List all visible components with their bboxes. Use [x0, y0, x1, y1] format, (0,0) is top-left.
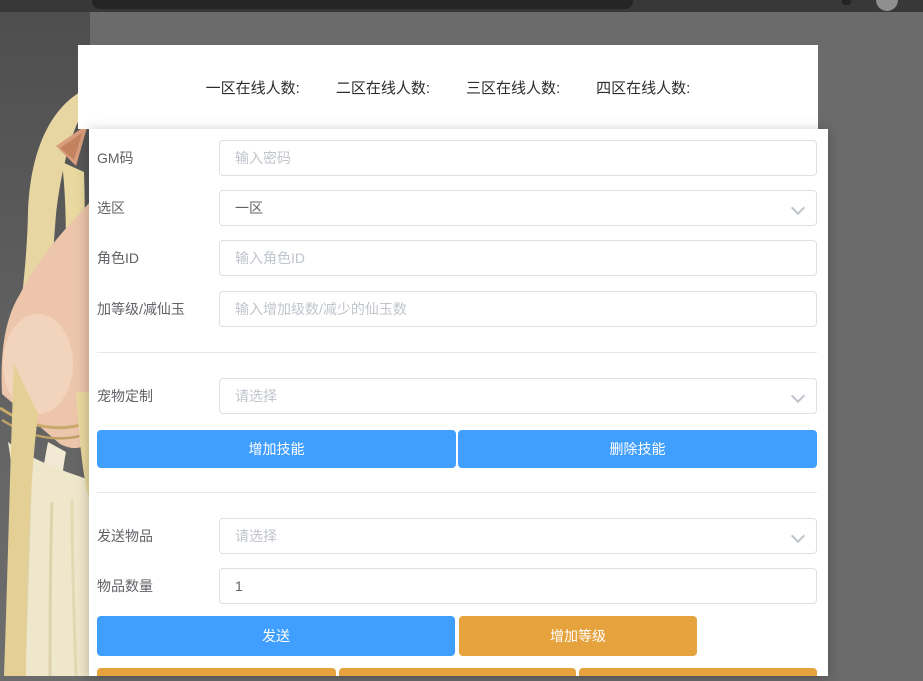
gm-code-label: GM码: [97, 140, 215, 176]
row-gm-code: GM码: [89, 140, 828, 176]
level-jade-input[interactable]: [219, 291, 817, 327]
section-divider: [97, 352, 817, 353]
bottom-action-button-2[interactable]: [339, 668, 576, 676]
pet-custom-label: 宠物定制: [97, 378, 215, 414]
user-avatar-icon[interactable]: [876, 0, 898, 11]
chevron-down-icon: [791, 201, 805, 215]
item-count-label: 物品数量: [97, 568, 215, 604]
pet-custom-placeholder: 请选择: [235, 379, 277, 413]
elf-girl-illustration: [0, 12, 90, 676]
level-jade-label: 加等级/减仙玉: [97, 291, 215, 327]
add-skill-button[interactable]: 增加技能: [97, 430, 456, 468]
send-item-select[interactable]: 请选择: [219, 518, 817, 554]
browser-address-bar[interactable]: [92, 0, 633, 9]
zone2-online-count: 二区在线人数:: [336, 77, 430, 98]
chevron-down-icon: [791, 529, 805, 543]
browser-topbar: [0, 0, 923, 12]
section-divider: [97, 492, 817, 493]
zone-select-value: 一区: [235, 191, 263, 225]
send-item-placeholder: 请选择: [235, 519, 277, 553]
row-item-count: 物品数量: [89, 568, 828, 604]
row-send-item: 发送物品 请选择: [89, 518, 828, 554]
row-role-id: 角色ID: [89, 240, 828, 276]
chevron-down-icon: [791, 389, 805, 403]
browser-extension-icon[interactable]: [842, 0, 851, 5]
role-id-label: 角色ID: [97, 240, 215, 276]
gm-code-input[interactable]: [219, 140, 817, 176]
bottom-action-button-3[interactable]: [579, 668, 817, 676]
zone-label: 选区: [97, 190, 215, 226]
row-level-jade: 加等级/减仙玉: [89, 291, 828, 327]
send-item-label: 发送物品: [97, 518, 215, 554]
online-stats-bar: 一区在线人数: 二区在线人数: 三区在线人数: 四区在线人数:: [78, 45, 818, 129]
zone3-online-count: 三区在线人数:: [466, 77, 560, 98]
row-pet-custom: 宠物定制 请选择: [89, 378, 828, 414]
send-button[interactable]: 发送: [97, 616, 455, 656]
item-count-input[interactable]: [219, 568, 817, 604]
add-level-button[interactable]: 增加等级: [459, 616, 697, 656]
role-id-input[interactable]: [219, 240, 817, 276]
zone1-online-count: 一区在线人数:: [206, 77, 300, 98]
pet-custom-select[interactable]: 请选择: [219, 378, 817, 414]
bottom-action-button-1[interactable]: [97, 668, 336, 676]
zone4-online-count: 四区在线人数:: [596, 77, 690, 98]
zone-select[interactable]: 一区: [219, 190, 817, 226]
delete-skill-button[interactable]: 删除技能: [458, 430, 817, 468]
gm-form-card: GM码 选区 一区 角色ID 加等级/减仙玉 宠物定制 请选择 增加技能 删除技…: [89, 129, 828, 676]
background-character-image: [0, 12, 90, 676]
row-zone: 选区 一区: [89, 190, 828, 226]
